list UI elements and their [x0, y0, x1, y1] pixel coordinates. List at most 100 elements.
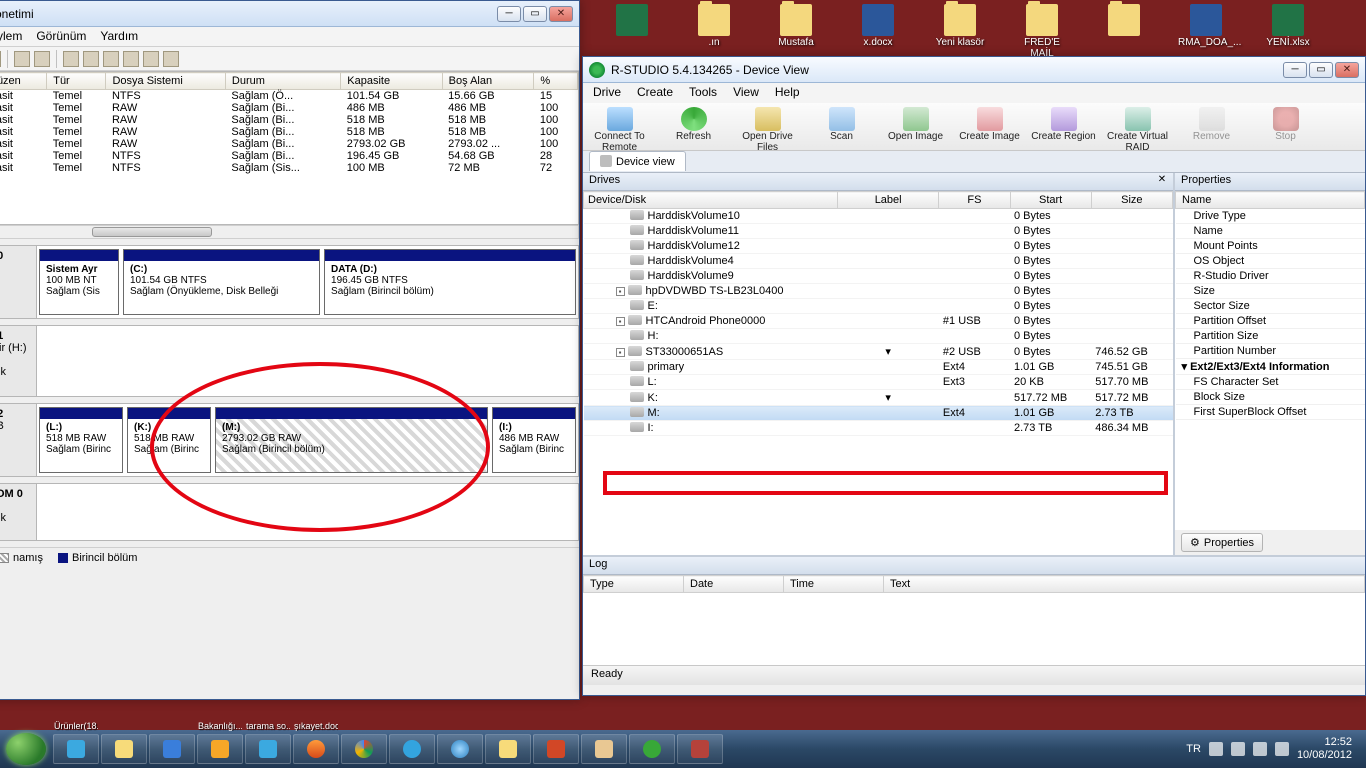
volume-row[interactable]: BasitTemelRAWSağlam (Bi...2793.02 GB2793… [0, 138, 578, 150]
toolbar-icon[interactable] [83, 51, 99, 67]
property-row[interactable]: Name [1176, 224, 1365, 239]
property-row[interactable]: ▾ Ext2/Ext3/Ext4 Information [1176, 359, 1365, 375]
toolbar-icon[interactable] [163, 51, 179, 67]
dm-titlebar[interactable]: Yönetimi ─ ▭ ✕ [0, 1, 579, 27]
tool-img[interactable]: Open Image [879, 103, 953, 150]
desktop-item[interactable]: RMA_DOA_... [1178, 4, 1234, 56]
property-row[interactable]: Mount Points [1176, 239, 1365, 254]
tab-device-view[interactable]: Device view [589, 151, 686, 171]
partition-m[interactable]: (M:) 2793.02 GB RAW Sağlam (Birincil böl… [215, 407, 488, 473]
system-tray[interactable]: TR 12:52 10/08/2012 [1186, 736, 1360, 761]
drive-row[interactable]: K:▾517.72 MB517.72 MB [584, 390, 1173, 406]
drive-row[interactable]: ▪hpDVDWBD TS-LB23L04000 Bytes [584, 284, 1173, 299]
menu-item[interactable]: Help [775, 85, 800, 101]
desktop-item[interactable]: .ın [686, 4, 742, 56]
taskbar-explorer[interactable] [101, 734, 147, 764]
partition-c[interactable]: (C:) 101.54 GB NTFS Sağlam (Önyükleme, D… [123, 249, 320, 315]
toolbar-icon[interactable] [123, 51, 139, 67]
toolbar-icon[interactable] [14, 51, 30, 67]
property-row[interactable]: Partition Size [1176, 329, 1365, 344]
language-indicator[interactable]: TR [1186, 743, 1201, 755]
flag-icon[interactable] [1231, 742, 1245, 756]
drive-row[interactable]: E:0 Bytes [584, 299, 1173, 314]
properties-button[interactable]: ⚙ Properties [1181, 533, 1263, 552]
column-header[interactable]: Start [1010, 192, 1091, 209]
drive-row[interactable]: I:2.73 TB486.34 MB [584, 421, 1173, 436]
column-header[interactable]: Type [584, 576, 684, 593]
drive-row[interactable]: HarddiskVolume110 Bytes [584, 224, 1173, 239]
partition-system[interactable]: Sistem Ayr 100 MB NT Sağlam (Sis [39, 249, 119, 315]
menu-item[interactable]: Drive [593, 85, 621, 101]
toolbar-icon[interactable] [63, 51, 79, 67]
desktop-item[interactable]: FRED'E MAİL [1014, 4, 1070, 56]
drive-row[interactable]: HarddiskVolume40 Bytes [584, 254, 1173, 269]
volume-row[interactable]: BasitTemelNTFSSağlam (Sis...100 MB72 MB7… [0, 162, 578, 174]
close-button[interactable]: ✕ [549, 6, 573, 22]
expander-icon[interactable]: ▪ [616, 348, 625, 357]
column-header[interactable]: Time [784, 576, 884, 593]
taskbar-item[interactable]: tarama so... [245, 734, 291, 764]
column-header[interactable]: Date [684, 576, 784, 593]
tool-cimg[interactable]: Create Image [953, 103, 1027, 150]
taskbar-ie[interactable]: Ürünler(18.... [53, 734, 99, 764]
taskbar-outlook[interactable]: Bakanlığı... [197, 734, 243, 764]
property-row[interactable]: Partition Offset [1176, 314, 1365, 329]
drives-table[interactable]: Device/DiskLabelFSStartSizeHarddiskVolum… [583, 191, 1173, 555]
dm-hscrollbar[interactable] [0, 225, 579, 239]
column-header[interactable]: Device/Disk [584, 192, 838, 209]
taskbar-item[interactable] [485, 734, 531, 764]
drive-row[interactable]: HarddiskVolume120 Bytes [584, 239, 1173, 254]
desktop-item[interactable]: x.docx [850, 4, 906, 56]
tool-refresh[interactable]: Refresh [657, 103, 731, 150]
drive-row[interactable]: primaryExt41.01 GB745.51 GB [584, 360, 1173, 375]
volume-row[interactable]: BasitTemelRAWSağlam (Bi...518 MB518 MB10… [0, 114, 578, 126]
column-header[interactable]: % [534, 73, 578, 90]
menu-item[interactable]: Yardım [100, 29, 138, 44]
desktop-item[interactable]: YENİ.xlsx [1260, 4, 1316, 56]
column-header[interactable]: Dosya Sistemi [106, 73, 225, 90]
close-button[interactable]: ✕ [1335, 62, 1359, 78]
expander-icon[interactable]: ▪ [616, 317, 625, 326]
properties-list[interactable]: NameDrive TypeNameMount PointsOS ObjectR… [1175, 191, 1365, 530]
menu-item[interactable]: Create [637, 85, 673, 101]
menu-item[interactable]: View [733, 85, 759, 101]
disk-header[interactable]: k 0 B içi [0, 246, 37, 318]
column-header[interactable]: Kapasite [341, 73, 442, 90]
toolbar-icon[interactable] [103, 51, 119, 67]
partition-i[interactable]: (I:) 486 MB RAW Sağlam (Birinc [492, 407, 576, 473]
drive-row[interactable]: H:0 Bytes [584, 329, 1173, 344]
column-header[interactable]: Düzen [0, 73, 47, 90]
disk-header[interactable]: k 2 GB içi [0, 404, 37, 476]
column-header[interactable]: Name [1176, 192, 1365, 209]
tool-drive[interactable]: Open Drive Files [731, 103, 805, 150]
taskbar-item[interactable] [677, 734, 723, 764]
property-row[interactable]: Sector Size [1176, 299, 1365, 314]
property-row[interactable]: First SuperBlock Offset [1176, 405, 1365, 420]
minimize-button[interactable]: ─ [497, 6, 521, 22]
toolbar-icon[interactable] [34, 51, 50, 67]
desktop-item[interactable] [604, 4, 660, 56]
taskbar-chrome[interactable] [341, 734, 387, 764]
property-row[interactable]: Block Size [1176, 390, 1365, 405]
desktop-item[interactable]: Yeni klasör [932, 4, 988, 56]
taskbar-itunes[interactable] [437, 734, 483, 764]
clock[interactable]: 12:52 10/08/2012 [1297, 736, 1352, 761]
taskbar-firefox[interactable]: şıkayet.doc [293, 734, 339, 764]
toolbar-icon[interactable] [143, 51, 159, 67]
volume-row[interactable]: BasitTemelNTFSSağlam (Ö...101.54 GB15.66… [0, 90, 578, 103]
menu-item[interactable]: Eylem [0, 29, 22, 44]
tray-icon[interactable] [1209, 742, 1223, 756]
volume-row[interactable]: BasitTemelRAWSağlam (Bi...518 MB518 MB10… [0, 126, 578, 138]
property-row[interactable]: FS Character Set [1176, 375, 1365, 390]
column-header[interactable]: FS [939, 192, 1010, 209]
tool-scan[interactable]: Scan [805, 103, 879, 150]
desktop-item[interactable]: Mustafa [768, 4, 824, 56]
property-row[interactable]: R-Studio Driver [1176, 269, 1365, 284]
property-row[interactable]: Partition Number [1176, 344, 1365, 359]
partition-l[interactable]: (L:) 518 MB RAW Sağlam (Birinc [39, 407, 123, 473]
close-pane-icon[interactable]: ✕ [1155, 174, 1169, 188]
volume-row[interactable]: BasitTemelRAWSağlam (Bi...486 MB486 MB10… [0, 102, 578, 114]
start-button[interactable] [6, 733, 46, 765]
disk-header[interactable]: k 1 bilir (H:) Yok [0, 326, 37, 396]
maximize-button[interactable]: ▭ [1309, 62, 1333, 78]
